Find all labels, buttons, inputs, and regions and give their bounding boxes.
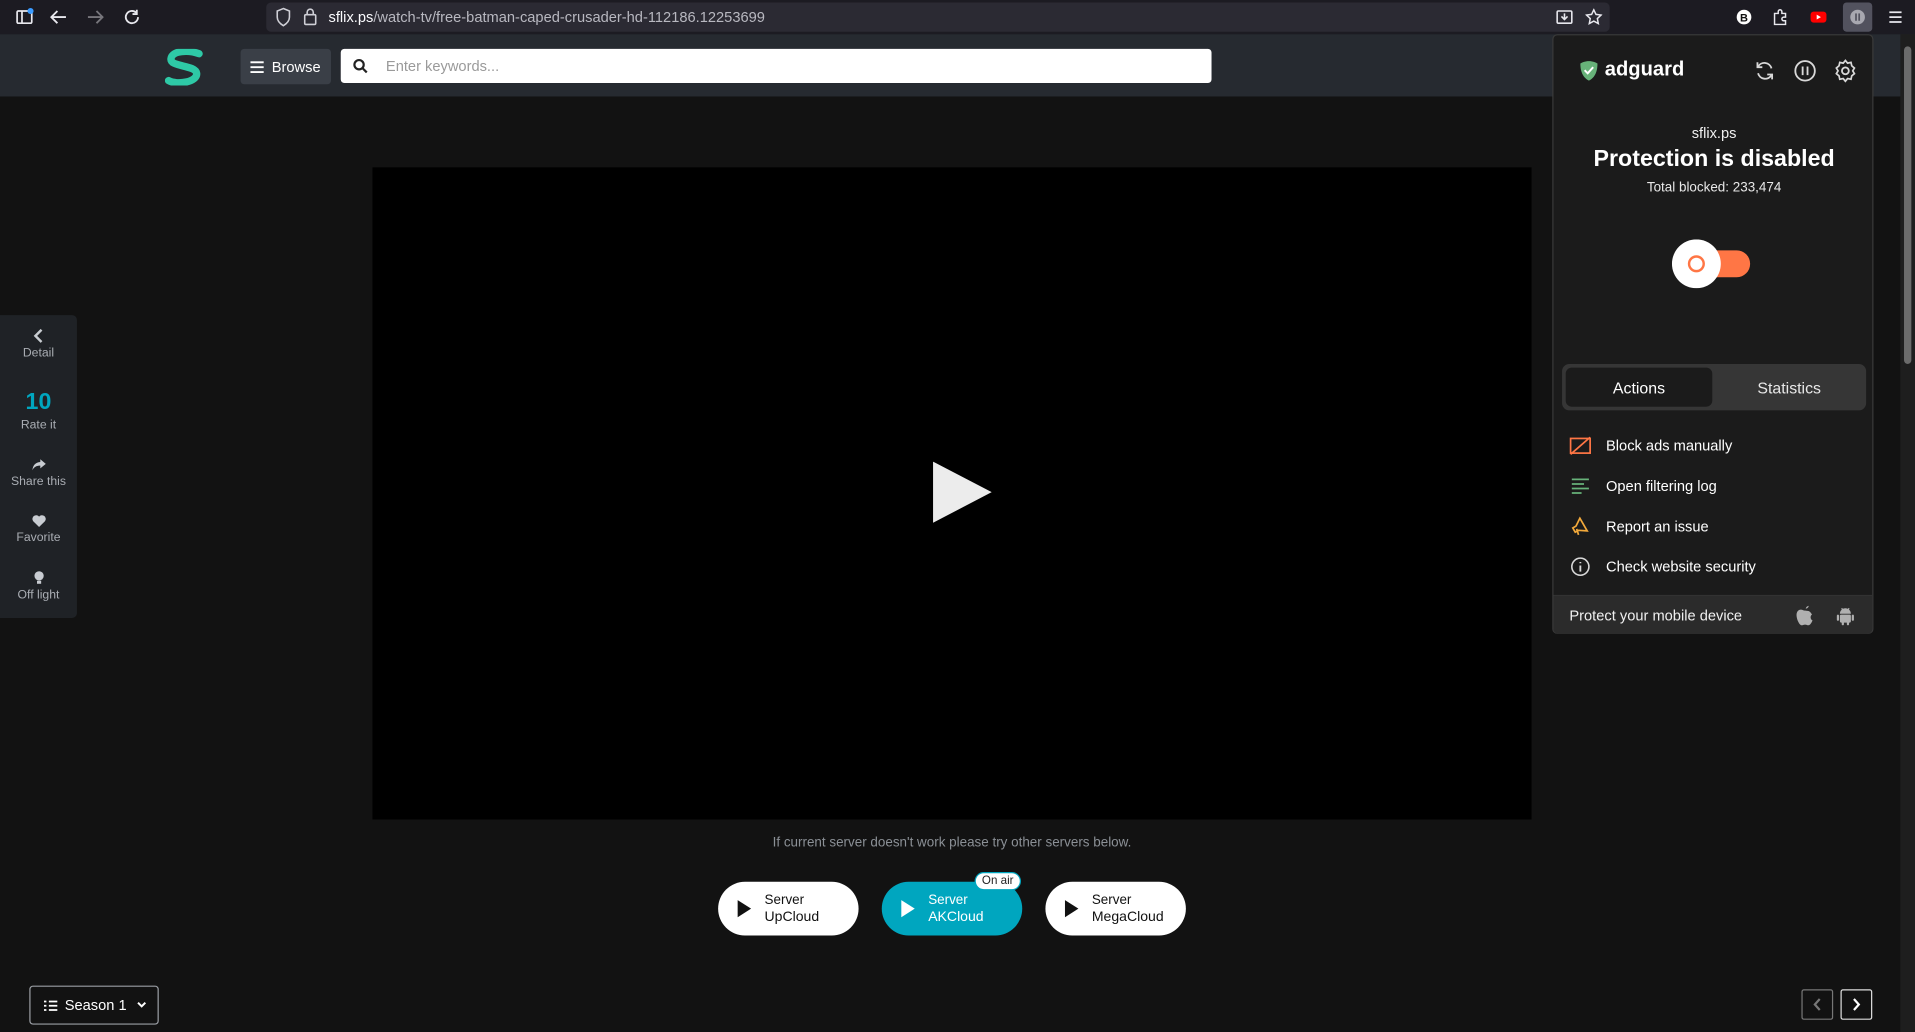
browse-button[interactable]: Browse (240, 48, 331, 85)
hamburger-icon (250, 60, 265, 73)
site-logo[interactable] (164, 47, 204, 87)
play-icon (737, 900, 752, 918)
filtering-log-icon (1569, 475, 1591, 497)
search-input[interactable] (385, 57, 1168, 75)
server-prefix: Server (764, 892, 805, 908)
server-megacloud-button[interactable]: Server MegaCloud (1045, 881, 1186, 936)
extension-b-icon[interactable]: B (1732, 5, 1756, 29)
off-light-button[interactable]: Off light (0, 570, 77, 602)
adguard-brand: adguard (1604, 58, 1685, 81)
rate-it-label: Rate it (20, 418, 57, 433)
list-icon (43, 1000, 58, 1011)
reload-icon[interactable] (120, 5, 144, 29)
rating-value: 10 (25, 389, 52, 416)
chevron-right-icon (1853, 998, 1861, 1011)
protect-mobile-text[interactable]: Protect your mobile device (1569, 607, 1742, 624)
watch-side-panel: Detail 10 Rate it Share this Favorite Of… (0, 315, 77, 618)
adguard-extension-icon[interactable] (1842, 2, 1873, 32)
svg-text:B: B (1740, 12, 1748, 24)
refresh-icon[interactable] (1753, 59, 1777, 83)
pause-icon[interactable] (1793, 59, 1817, 83)
protection-toggle[interactable] (1671, 239, 1755, 289)
server-upcloud-button[interactable]: Server UpCloud (718, 881, 859, 936)
youtube-extension-icon[interactable] (1806, 5, 1830, 29)
server-prefix: Server (928, 892, 968, 908)
menu-hamburger-icon[interactable] (1883, 5, 1907, 29)
block-ads-label: Block ads manually (1606, 437, 1733, 455)
url-text: sflix.ps/watch-tv/free-batman-caped-crus… (329, 9, 765, 26)
server-name: AKCloud (928, 909, 984, 925)
server-prefix: Server (1091, 892, 1132, 908)
season-label: Season 1 (64, 996, 127, 1014)
play-icon[interactable] (929, 461, 993, 526)
favorite-button[interactable]: Favorite (0, 514, 77, 545)
apple-icon[interactable] (1795, 605, 1815, 627)
tab-statistics[interactable]: Statistics (1716, 368, 1863, 407)
browse-label: Browse (271, 58, 321, 76)
previous-episode-button[interactable] (1801, 989, 1834, 1020)
video-player[interactable] (372, 167, 1532, 820)
forward-icon[interactable] (83, 5, 107, 29)
adguard-site-name: sflix.ps (1691, 124, 1737, 142)
block-ads-icon (1569, 435, 1591, 457)
tracking-shield-icon[interactable] (275, 7, 292, 30)
detail-label: Detail (22, 346, 55, 361)
filtering-log-label: Open filtering log (1606, 477, 1717, 495)
server-hint-text: If current server doesn't work please tr… (772, 835, 1132, 851)
url-host: sflix.ps (328, 8, 374, 26)
browser-toolbar: sflix.ps/watch-tv/free-batman-caped-crus… (0, 0, 1915, 35)
tab-actions[interactable]: Actions (1565, 367, 1713, 407)
adguard-shield-icon (1580, 60, 1598, 80)
favorite-label: Favorite (16, 531, 61, 545)
bookmark-star-icon[interactable] (1582, 5, 1606, 29)
adguard-logo: adguard (1579, 59, 1684, 82)
share-button[interactable]: Share this (0, 458, 77, 489)
lightbulb-icon (33, 571, 44, 584)
scrollbar-thumb[interactable] (1904, 46, 1912, 364)
adguard-tabs: Actions Statistics (1562, 363, 1867, 411)
url-path: /watch-tv/free-batman-caped-crusader-hd-… (373, 8, 765, 26)
play-icon (1064, 900, 1079, 918)
protection-status: Protection is disabled (1593, 146, 1835, 173)
adguard-popup: adguard sflix.ps Protection is disabled … (1552, 34, 1874, 634)
report-issue-icon (1569, 515, 1591, 537)
search-icon[interactable] (353, 58, 368, 74)
block-ads-manually-item[interactable]: Block ads manually (1569, 432, 1862, 459)
play-icon (901, 900, 915, 918)
check-website-security-item[interactable]: Check website security (1569, 553, 1862, 580)
next-episode-button[interactable] (1840, 989, 1873, 1020)
share-icon (31, 459, 46, 471)
chevron-left-icon (1813, 998, 1821, 1011)
chevron-left-icon (33, 328, 42, 343)
back-icon[interactable] (46, 5, 70, 29)
android-icon[interactable] (1836, 605, 1856, 627)
rate-it-button[interactable]: 10 Rate it (0, 390, 77, 433)
address-bar[interactable]: sflix.ps/watch-tv/free-batman-caped-crus… (266, 2, 1610, 32)
detail-button[interactable]: Detail (0, 328, 77, 361)
report-issue-label: Report an issue (1606, 517, 1709, 535)
gear-icon[interactable] (1833, 59, 1857, 83)
on-air-badge: On air (974, 872, 1021, 891)
save-to-pocket-icon[interactable] (1552, 5, 1576, 29)
extensions-puzzle-icon[interactable] (1768, 5, 1792, 29)
info-icon (1569, 556, 1591, 578)
sidebar-toggle-icon[interactable] (12, 5, 36, 29)
share-label: Share this (10, 475, 66, 489)
report-issue-item[interactable]: Report an issue (1569, 513, 1862, 540)
server-name: MegaCloud (1091, 909, 1164, 925)
season-select[interactable]: Season 1 (29, 985, 159, 1025)
open-filtering-log-item[interactable]: Open filtering log (1569, 473, 1862, 500)
off-light-label: Off light (17, 588, 60, 603)
search-box (340, 48, 1212, 84)
chevron-down-icon (137, 1001, 147, 1008)
total-blocked: Total blocked: 233,474 (1646, 180, 1782, 196)
lock-icon[interactable] (303, 7, 318, 29)
heart-icon (31, 515, 46, 527)
check-security-label: Check website security (1606, 558, 1756, 576)
server-name: UpCloud (764, 909, 820, 925)
adguard-footer: Protect your mobile device (1553, 594, 1873, 634)
